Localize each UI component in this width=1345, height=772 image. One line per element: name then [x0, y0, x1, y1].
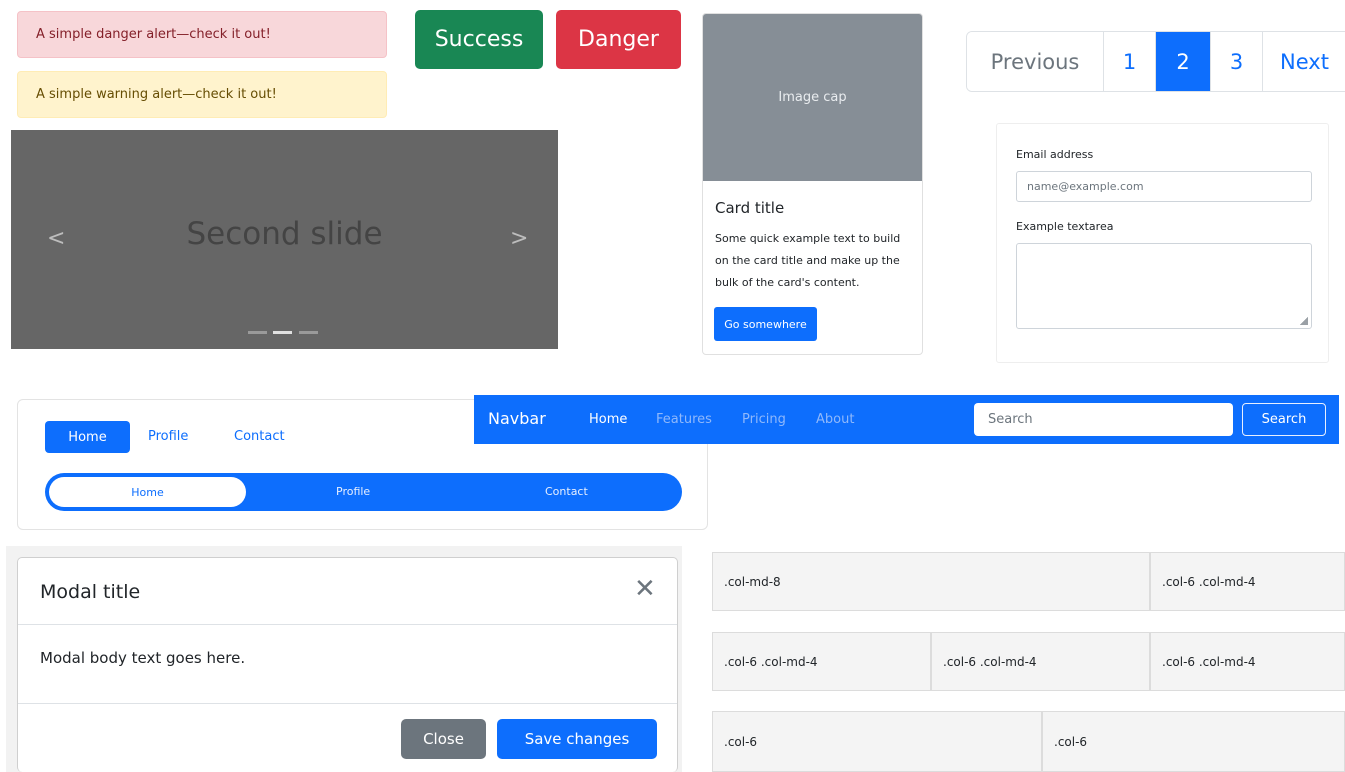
pill-contact[interactable]: Contact — [234, 429, 285, 444]
navbar-link-home[interactable]: Home — [589, 412, 627, 427]
pagination: Previous 1 2 3 Next — [966, 31, 1345, 92]
form-panel: Email address name@example.com Example t… — [996, 123, 1329, 363]
close-button[interactable]: Close — [401, 719, 486, 759]
go-somewhere-button[interactable]: Go somewhere — [714, 307, 817, 341]
warning-alert: A simple warning alert—check it out! — [17, 71, 387, 118]
danger-alert: A simple danger alert—check it out! — [17, 11, 387, 58]
grid-cell: .col-md-8 — [712, 552, 1150, 611]
grid-cell: .col-6 .col-md-4 — [712, 632, 931, 691]
navbar: Navbar Home Features Pricing About Searc… — [474, 395, 1339, 444]
modal-header-divider — [18, 624, 677, 625]
carousel-caption: Second slide — [186, 216, 383, 252]
pagination-next[interactable]: Next — [1262, 32, 1345, 91]
card-image-cap: Image cap — [703, 14, 922, 181]
search-button[interactable]: Search — [1242, 403, 1326, 436]
pagination-previous[interactable]: Previous — [967, 32, 1103, 91]
fill-contact[interactable]: Contact — [545, 485, 588, 498]
chevron-right-icon[interactable]: > — [510, 226, 528, 251]
warning-alert-text: A simple warning alert—check it out! — [36, 87, 277, 102]
pagination-page-2[interactable]: 2 — [1155, 32, 1210, 91]
pagination-page-3[interactable]: 3 — [1210, 32, 1262, 91]
grid-cell: .col-6 — [712, 711, 1042, 772]
close-icon[interactable]: ✕ — [634, 576, 656, 602]
pill-home[interactable]: Home — [45, 421, 130, 453]
grid-cell: .col-6 .col-md-4 — [1150, 552, 1345, 611]
carousel: Second slide < > — [11, 130, 558, 349]
navbar-link-features[interactable]: Features — [656, 412, 712, 427]
search-placeholder: Search — [988, 412, 1033, 427]
textarea-label: Example textarea — [1016, 220, 1114, 233]
save-changes-button[interactable]: Save changes — [497, 719, 657, 759]
card-title: Card title — [715, 199, 785, 217]
chevron-left-icon[interactable]: < — [47, 226, 65, 251]
email-field[interactable]: name@example.com — [1016, 171, 1312, 202]
carousel-indicator-3[interactable] — [299, 331, 318, 334]
card: Image cap Card title Some quick example … — [702, 13, 923, 355]
modal-footer-divider — [18, 703, 677, 704]
resize-handle-icon[interactable] — [1300, 317, 1308, 325]
modal: Modal title ✕ Modal body text goes here.… — [17, 557, 678, 772]
carousel-indicator-1[interactable] — [248, 331, 267, 334]
search-input[interactable]: Search — [974, 403, 1233, 436]
danger-alert-text: A simple danger alert—check it out! — [36, 27, 271, 42]
nav-fill-bar: Home Profile Contact — [45, 473, 682, 511]
modal-title: Modal title — [40, 581, 141, 603]
pagination-page-1[interactable]: 1 — [1103, 32, 1155, 91]
card-image-cap-text: Image cap — [778, 90, 847, 105]
carousel-indicator-2[interactable] — [273, 331, 292, 334]
grid-cell: .col-6 — [1042, 711, 1345, 772]
example-textarea[interactable] — [1016, 243, 1312, 329]
fill-home[interactable]: Home — [49, 477, 246, 507]
email-placeholder: name@example.com — [1027, 180, 1144, 193]
navbar-link-pricing[interactable]: Pricing — [742, 412, 786, 427]
modal-body-text: Modal body text goes here. — [40, 649, 246, 667]
grid-cell: .col-6 .col-md-4 — [931, 632, 1150, 691]
card-text: Some quick example text to build on the … — [715, 232, 901, 289]
pill-profile[interactable]: Profile — [148, 429, 188, 444]
fill-profile[interactable]: Profile — [336, 485, 370, 498]
email-label: Email address — [1016, 148, 1094, 161]
navbar-link-about[interactable]: About — [816, 412, 854, 427]
navbar-brand[interactable]: Navbar — [488, 409, 546, 428]
success-button[interactable]: Success — [415, 10, 543, 69]
danger-button[interactable]: Danger — [556, 10, 681, 69]
grid-cell: .col-6 .col-md-4 — [1150, 632, 1345, 691]
